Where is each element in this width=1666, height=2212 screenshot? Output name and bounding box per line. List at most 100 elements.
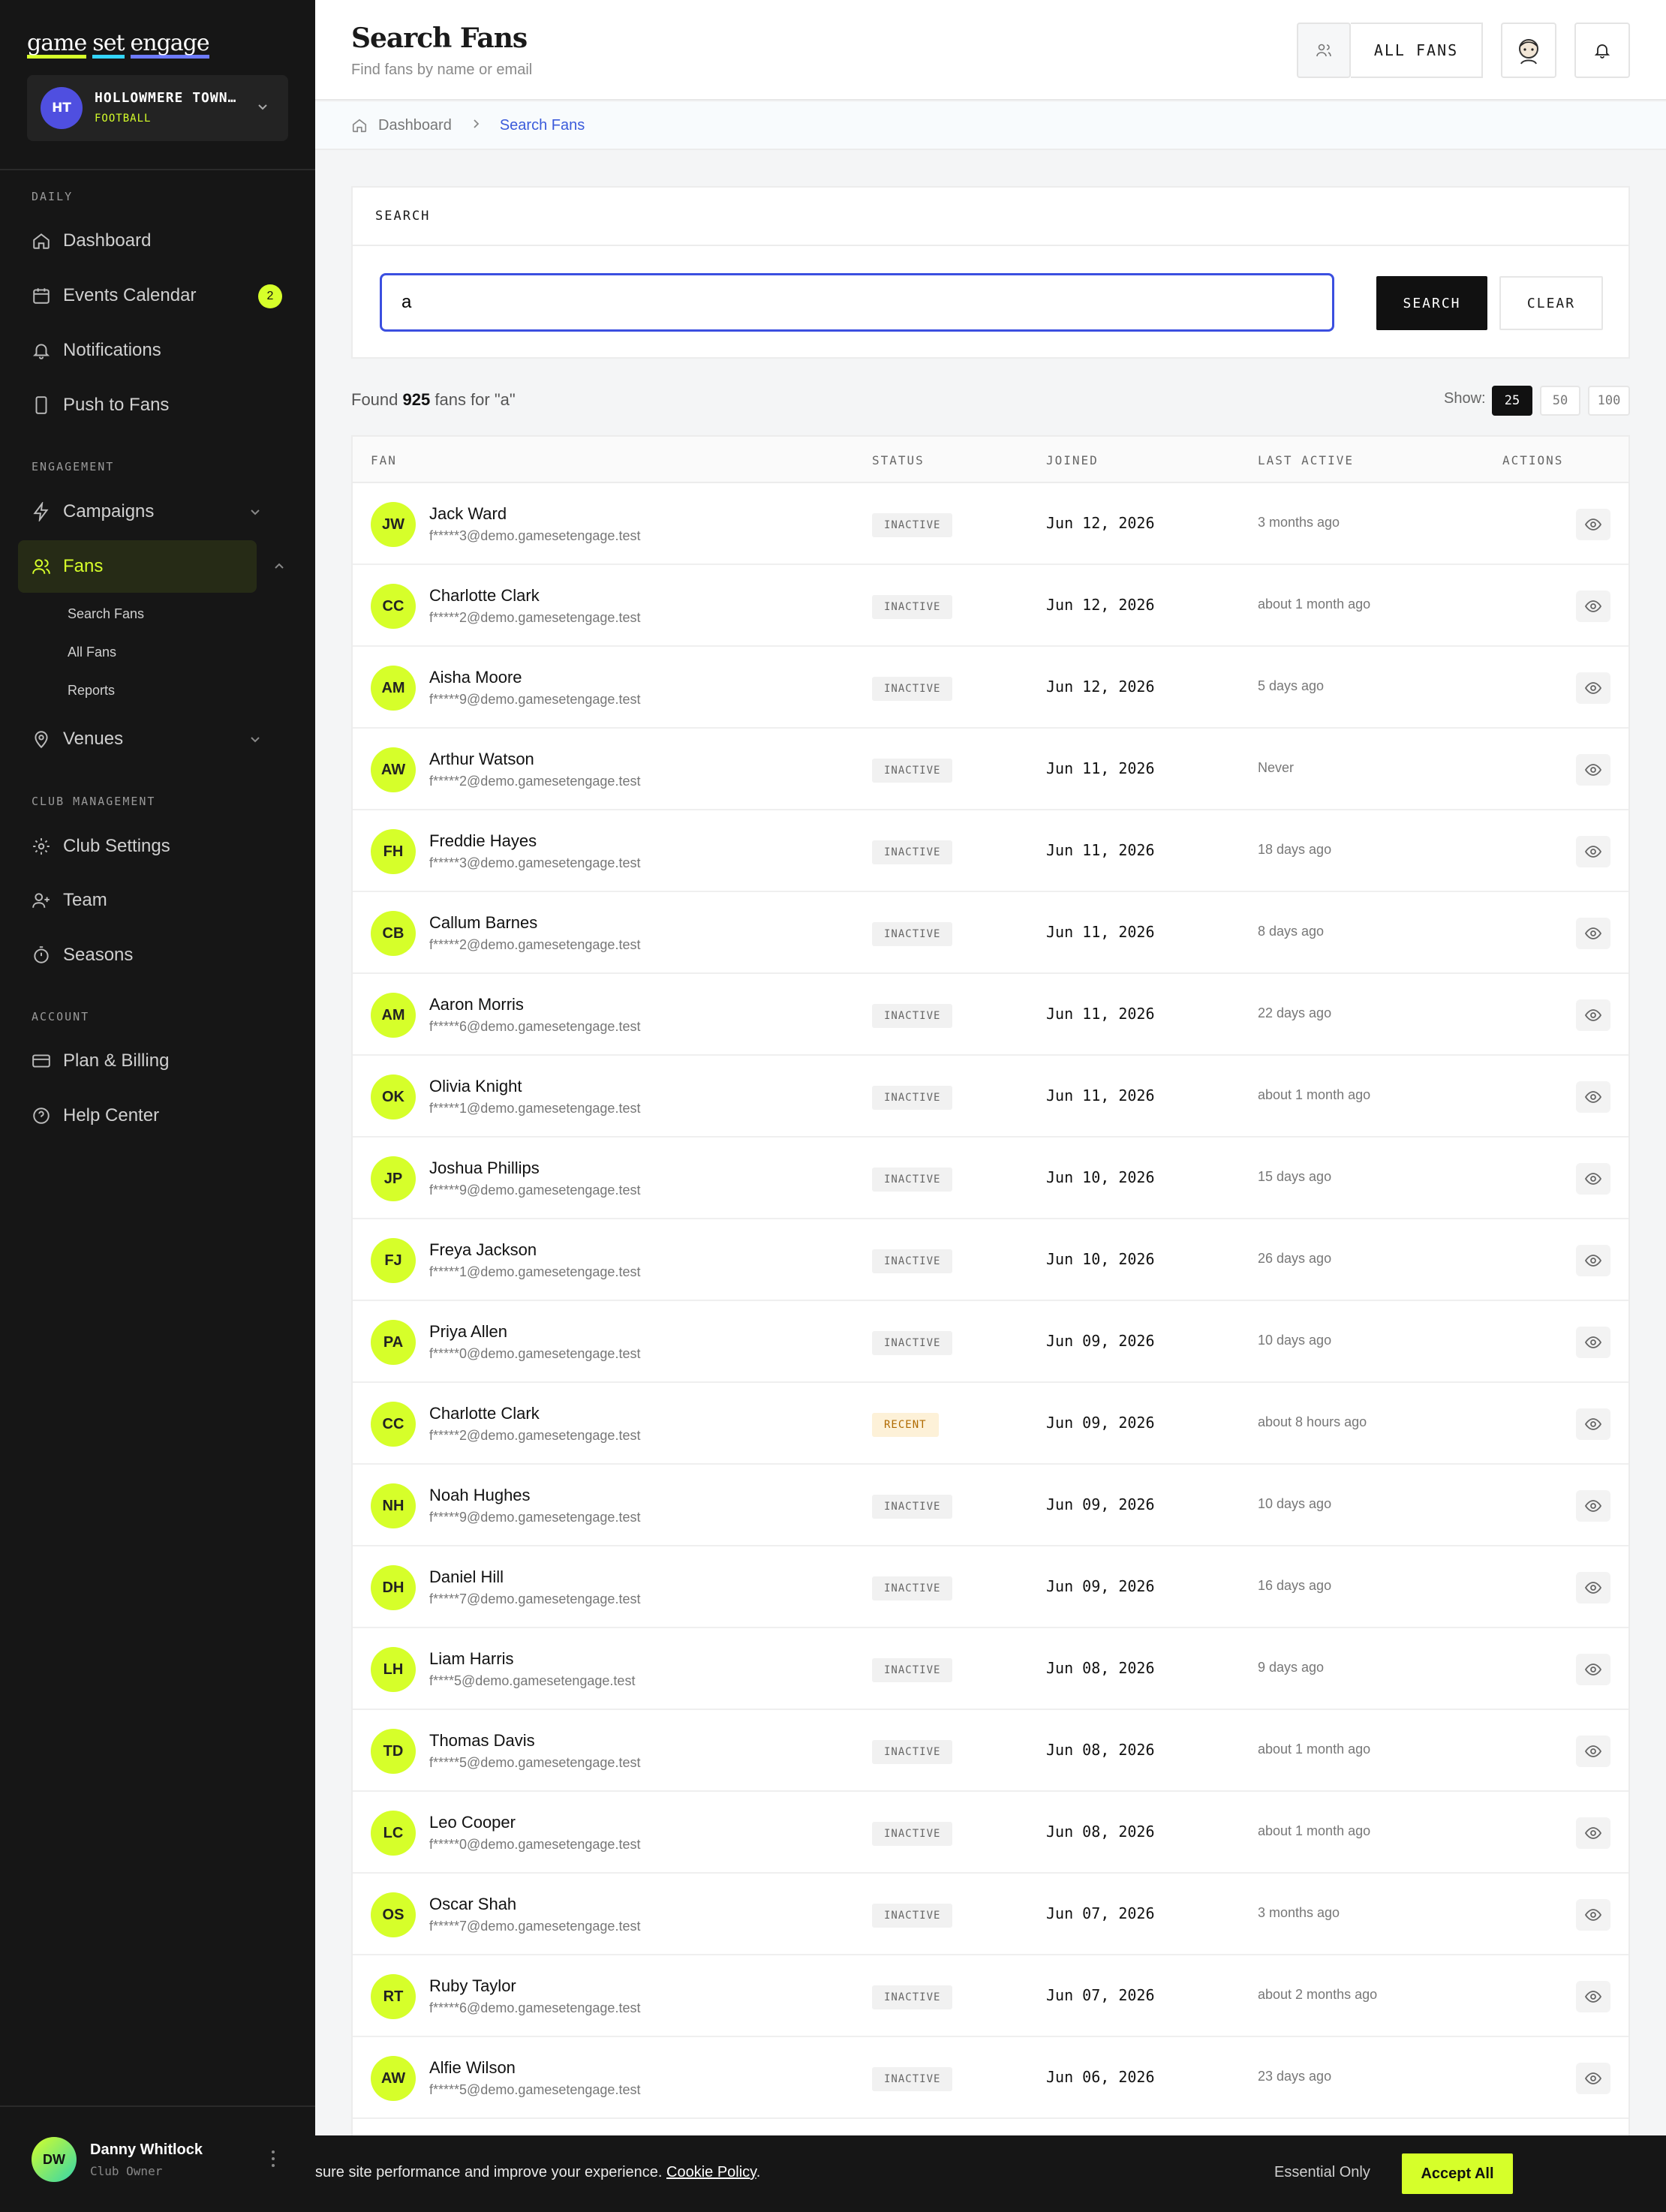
joined-date: Jun 10, 2026	[1046, 1250, 1155, 1268]
clear-button[interactable]: CLEAR	[1499, 276, 1603, 330]
table-row[interactable]: JW Jack Ward f*****3@demo.gamesetengage.te…	[353, 483, 1628, 565]
sidebar-item-label: Notifications	[63, 340, 161, 360]
table-row[interactable]: PA Priya Allen f*****0@demo.gamesetengage.…	[353, 1301, 1628, 1383]
view-fan-button[interactable]	[1576, 2063, 1610, 2094]
table-row[interactable]: AW Arthur Watson f*****2@demo.gamesetengag…	[353, 729, 1628, 810]
view-fan-button[interactable]	[1576, 1327, 1610, 1358]
essential-only-button[interactable]: Essential Only	[1274, 2164, 1370, 2181]
view-fan-button[interactable]	[1576, 1245, 1610, 1276]
breadcrumb-home[interactable]: Dashboard	[351, 117, 452, 134]
sidebar-item-plan-billing[interactable]: Plan & Billing	[18, 1035, 288, 1087]
page-size-100[interactable]: 100	[1588, 386, 1630, 416]
view-fan-button[interactable]	[1576, 918, 1610, 949]
joined-date: Jun 09, 2026	[1046, 1332, 1155, 1350]
sidebar-item-dashboard[interactable]: Dashboard	[18, 215, 288, 267]
bell-icon	[32, 344, 50, 359]
sidebar-item-club-settings[interactable]: Club Settings	[18, 820, 288, 873]
sidebar-subitem-all-fans[interactable]: All Fans	[68, 645, 116, 660]
last-active: 18 days ago	[1258, 842, 1332, 857]
home-icon	[33, 233, 50, 249]
fan-avatar: TD	[371, 1729, 416, 1774]
search-button[interactable]: SEARCH	[1376, 276, 1487, 330]
view-fan-button[interactable]	[1576, 1817, 1610, 1849]
view-fan-button[interactable]	[1576, 1163, 1610, 1195]
chevron-up-icon[interactable]	[272, 559, 287, 574]
view-fan-button[interactable]	[1576, 591, 1610, 622]
breadcrumb: Dashboard Search Fans	[315, 102, 1666, 150]
table-row[interactable]: DH Daniel Hill f*****7@demo.gamesetengage.…	[353, 1546, 1628, 1628]
notifications-button[interactable]	[1574, 23, 1630, 78]
page-size-25[interactable]: 25	[1492, 386, 1532, 416]
view-fan-button[interactable]	[1576, 836, 1610, 867]
view-fan-button[interactable]	[1576, 999, 1610, 1031]
section-daily: DAILY	[32, 190, 74, 203]
sidebar-subitem-search-fans[interactable]: Search Fans	[68, 606, 144, 622]
table-row[interactable]: FJ Freya Jackson f*****1@demo.gamesetengag…	[353, 1219, 1628, 1301]
view-fan-button[interactable]	[1576, 1490, 1610, 1522]
view-fan-button[interactable]	[1576, 509, 1610, 540]
sidebar-item-campaigns[interactable]: Campaigns	[18, 485, 288, 538]
table-row[interactable]: CC Charlotte Clark f*****2@demo.gameseteng…	[353, 1383, 1628, 1465]
page-size-50[interactable]: 50	[1540, 386, 1580, 416]
table-row[interactable]: NH Noah Hughes f*****9@demo.gamesetengage.…	[353, 1465, 1628, 1546]
table-row[interactable]: OS Oscar Shah f*****7@demo.gamesetengage.t…	[353, 1874, 1628, 1955]
fan-email: f*****2@demo.gamesetengage.test	[429, 774, 641, 789]
status-badge: INACTIVE	[872, 677, 953, 701]
table-row[interactable]: AM Aaron Morris f*****6@demo.gamesetengage…	[353, 974, 1628, 1056]
view-fan-button[interactable]	[1576, 672, 1610, 704]
table-row[interactable]: LH Liam Harris f****5@demo.gamesetengage.t…	[353, 1628, 1628, 1710]
view-fan-button[interactable]	[1576, 1981, 1610, 2012]
fan-email: f*****3@demo.gamesetengage.test	[429, 855, 641, 870]
results-prefix: Found	[351, 390, 398, 409]
last-active: Never	[1258, 760, 1295, 775]
joined-date: Jun 09, 2026	[1046, 1414, 1155, 1432]
accept-all-button[interactable]: Accept All	[1402, 2153, 1513, 2194]
brand-logo[interactable]: game set engage	[27, 30, 215, 60]
fan-name: Charlotte Clark	[429, 586, 540, 605]
table-row[interactable]: CB Callum Barnes f*****2@demo.gamesetengag…	[353, 892, 1628, 974]
search-input[interactable]	[380, 273, 1334, 332]
table-row[interactable]: RT Ruby Taylor f*****6@demo.gamesetengage.…	[353, 1955, 1628, 2037]
table-row[interactable]: TD Thomas Davis f*****5@demo.gamesetengage…	[353, 1710, 1628, 1792]
view-fan-button[interactable]	[1576, 754, 1610, 786]
all-fans-button[interactable]: ALL FANS	[1351, 23, 1483, 78]
view-fan-button[interactable]	[1576, 1736, 1610, 1767]
cookie-policy-link[interactable]: Cookie Policy	[666, 2164, 756, 2180]
all-fans-icon-button[interactable]	[1297, 23, 1351, 78]
table-row[interactable]: JP Joshua Phillips f*****9@demo.gameseteng…	[353, 1138, 1628, 1219]
last-active: about 1 month ago	[1258, 1742, 1371, 1757]
view-fan-button[interactable]	[1576, 1408, 1610, 1440]
user-avatar-button[interactable]	[1501, 23, 1556, 78]
sidebar-item-seasons[interactable]: Seasons	[18, 929, 288, 981]
table-row[interactable]: OK Olivia Knight f*****1@demo.gamesetengag…	[353, 1056, 1628, 1138]
user-profile[interactable]: DW Danny Whitlock Club Owner	[0, 2105, 315, 2212]
last-active: about 2 months ago	[1258, 1987, 1378, 2002]
eye-icon	[1584, 2072, 1602, 2084]
sidebar-item-help-center[interactable]: Help Center	[18, 1089, 288, 1142]
table-row[interactable]: CC Charlotte Clark f*****2@demo.gameseteng…	[353, 565, 1628, 647]
fan-avatar: PA	[371, 1320, 416, 1365]
table-row[interactable]: AM Aisha Moore f*****9@demo.gamesetengage.…	[353, 647, 1628, 729]
fan-name: Liam Harris	[429, 1649, 514, 1668]
club-switcher[interactable]: HT HOLLOWMERE TOWN… FOOTBALL	[27, 75, 288, 141]
fan-avatar: LH	[371, 1647, 416, 1692]
table-row[interactable]: AW Alfie Wilson f*****5@demo.gamesetengage…	[353, 2037, 1628, 2119]
fan-email: f*****2@demo.gamesetengage.test	[429, 1428, 641, 1443]
sidebar-item-notifications[interactable]: Notifications	[18, 324, 288, 377]
sidebar-item-events-calendar[interactable]: Events Calendar 2	[18, 269, 288, 322]
status-badge: INACTIVE	[872, 595, 953, 619]
view-fan-button[interactable]	[1576, 1081, 1610, 1113]
sidebar-subitem-reports[interactable]: Reports	[68, 683, 115, 699]
view-fan-button[interactable]	[1576, 1654, 1610, 1685]
status-badge: INACTIVE	[872, 840, 953, 864]
table-row[interactable]: FH Freddie Hayes f*****3@demo.gamesetengag…	[353, 810, 1628, 892]
table-row[interactable]: LC Leo Cooper f*****0@demo.gamesetengage.t…	[353, 1792, 1628, 1874]
more-vertical-icon[interactable]	[270, 2149, 276, 2168]
view-fan-button[interactable]	[1576, 1572, 1610, 1603]
sidebar-item-team[interactable]: Team	[18, 874, 288, 927]
sidebar-item-push-to-fans[interactable]: Push to Fans	[18, 379, 288, 431]
sidebar-item-venues[interactable]: Venues	[18, 713, 288, 765]
fan-email: f*****1@demo.gamesetengage.test	[429, 1264, 641, 1279]
view-fan-button[interactable]	[1576, 1899, 1610, 1931]
sidebar-item-fans[interactable]: Fans	[18, 540, 257, 593]
